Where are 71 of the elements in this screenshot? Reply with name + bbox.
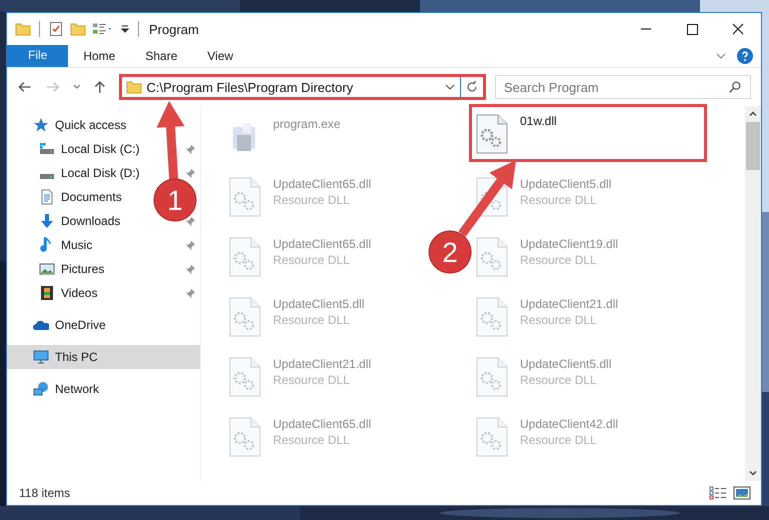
sidebar-item[interactable]: Pictures bbox=[7, 257, 104, 281]
settings-file-icon bbox=[476, 177, 508, 217]
file-type: Resource DLL bbox=[520, 313, 598, 327]
download-icon bbox=[39, 213, 55, 229]
pin-icon[interactable] bbox=[185, 168, 196, 178]
view-list-icon[interactable] bbox=[92, 21, 114, 37]
settings-file-icon bbox=[229, 417, 261, 457]
document-icon bbox=[39, 189, 55, 205]
sidebar-item[interactable]: Local Disk (C:) bbox=[7, 137, 140, 161]
refresh-icon[interactable] bbox=[464, 80, 479, 94]
file-name[interactable]: 01w.dll bbox=[520, 114, 557, 128]
settings-file-icon bbox=[476, 417, 508, 457]
pin-icon[interactable] bbox=[185, 288, 196, 298]
settings-file-icon bbox=[229, 237, 261, 277]
file-type: Resource DLL bbox=[273, 193, 351, 207]
sidebar-item[interactable]: Documents bbox=[7, 185, 122, 209]
search-field[interactable]: Search Program bbox=[494, 75, 751, 99]
search-icon[interactable] bbox=[728, 80, 742, 94]
folder-icon bbox=[126, 79, 142, 95]
file-type: Resource DLL bbox=[273, 373, 351, 387]
settings-file-icon bbox=[229, 177, 261, 217]
picture-icon bbox=[39, 261, 55, 277]
file-type: Resource DLL bbox=[273, 433, 351, 447]
file-type: Resource DLL bbox=[520, 193, 598, 207]
file-menu-button[interactable]: File bbox=[7, 45, 68, 67]
sidebar-item[interactable]: Quick access bbox=[7, 113, 200, 137]
item-count: 118 items bbox=[19, 486, 70, 500]
star-icon bbox=[33, 117, 49, 133]
sidebar-item[interactable]: This PC bbox=[7, 345, 200, 369]
step-badge: 2 bbox=[428, 230, 472, 274]
settings-file-icon bbox=[476, 297, 508, 337]
file-type: Resource DLL bbox=[273, 253, 351, 267]
file-type: Resource DLL bbox=[520, 373, 598, 387]
large-icons-view-icon[interactable] bbox=[733, 486, 751, 500]
settings-file-icon bbox=[476, 357, 508, 397]
settings-file-icon bbox=[476, 114, 508, 154]
properties-icon[interactable] bbox=[48, 21, 64, 37]
file-type: Resource DLL bbox=[520, 433, 598, 447]
settings-file-icon bbox=[476, 237, 508, 277]
pin-icon[interactable] bbox=[185, 216, 196, 226]
sidebar-item[interactable]: Downloads bbox=[7, 209, 120, 233]
scroll-down-icon[interactable] bbox=[748, 468, 758, 478]
sidebar-item[interactable]: Network bbox=[7, 377, 200, 401]
file-type: Resource DLL bbox=[273, 313, 351, 327]
settings-file-icon bbox=[229, 297, 261, 337]
help-icon[interactable] bbox=[737, 48, 753, 64]
step-badge: 1 bbox=[154, 178, 196, 222]
ribbon-tab[interactable]: Share bbox=[130, 45, 192, 67]
file-type: Resource DLL bbox=[520, 253, 598, 267]
pin-icon[interactable] bbox=[185, 240, 196, 250]
ribbon-tab[interactable]: Home bbox=[68, 45, 130, 67]
scroll-thumb[interactable] bbox=[746, 122, 760, 170]
window-title: Program bbox=[149, 22, 199, 36]
monitor-icon bbox=[33, 349, 49, 365]
film-icon bbox=[39, 285, 55, 301]
sidebar-item[interactable]: Videos bbox=[7, 281, 98, 305]
sidebar-item[interactable]: Local Disk (D:) bbox=[7, 161, 140, 185]
back-icon[interactable] bbox=[17, 79, 33, 95]
pin-icon[interactable] bbox=[185, 264, 196, 274]
settings-file-icon bbox=[229, 357, 261, 397]
sidebar-item[interactable]: OneDrive bbox=[7, 313, 200, 337]
address-bar[interactable]: C:\Program Files\Program Directory bbox=[119, 74, 486, 100]
scrollbar[interactable] bbox=[745, 106, 761, 481]
details-view-icon[interactable] bbox=[709, 486, 727, 500]
pin-icon[interactable] bbox=[185, 144, 196, 154]
sidebar-item[interactable]: Music bbox=[7, 233, 92, 257]
network-icon bbox=[33, 381, 49, 397]
drive-icon bbox=[39, 141, 55, 157]
address-path: C:\Program Files\Program Directory bbox=[146, 80, 354, 94]
ribbon-tab[interactable]: View bbox=[192, 45, 248, 67]
drive-icon bbox=[39, 174, 55, 178]
